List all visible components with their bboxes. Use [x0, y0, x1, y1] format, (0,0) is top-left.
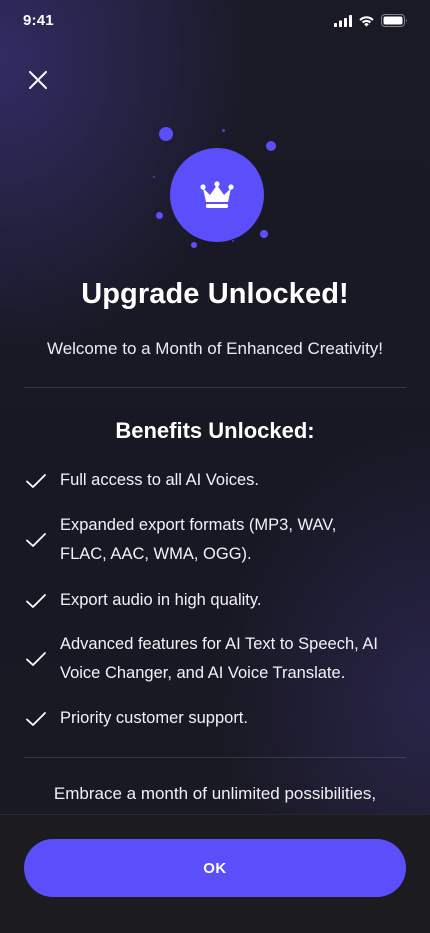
status-time: 9:41: [23, 12, 54, 29]
benefit-text: Priority customer support.: [60, 709, 248, 727]
divider: [24, 757, 406, 758]
cellular-signal-icon: [334, 14, 352, 27]
decorative-dot: [191, 242, 197, 248]
wifi-icon: [359, 15, 374, 27]
decorative-dot: [232, 240, 234, 242]
checkmark-icon: [26, 473, 46, 488]
crown-icon: [200, 181, 234, 208]
divider: [24, 387, 406, 388]
decorative-dot: [159, 127, 173, 141]
decorative-dot: [222, 129, 225, 132]
status-bar: 9:41: [0, 0, 430, 44]
battery-icon: [381, 14, 407, 27]
benefits-heading: Benefits Unlocked:: [115, 418, 315, 443]
benefit-text: Expanded export formats (MP3, WAV, FLAC,…: [60, 516, 337, 563]
decorative-dot: [260, 230, 268, 238]
ok-button[interactable]: OK: [24, 839, 406, 897]
benefit-item: Expanded export formats (MP3, WAV, FLAC,…: [24, 511, 414, 569]
closing-text: Embrace a month of unlimited possibiliti…: [53, 784, 377, 803]
crown-illustration: [0, 120, 430, 260]
benefit-text: Export audio in high quality.: [60, 591, 262, 609]
benefit-item: Priority customer support.: [24, 704, 414, 733]
checkmark-icon: [26, 593, 46, 608]
benefit-text: Full access to all AI Voices.: [60, 471, 260, 489]
benefit-item: Full access to all AI Voices.: [24, 466, 414, 495]
status-icons: [334, 14, 408, 27]
close-icon: [29, 71, 47, 89]
decorative-dot: [156, 212, 163, 219]
close-button[interactable]: [24, 66, 52, 94]
benefit-text: Advanced features for AI Text to Speech,…: [60, 635, 378, 682]
page-subtitle: Welcome to a Month of Enhanced Creativit…: [46, 339, 384, 358]
page-title: Upgrade Unlocked!: [81, 278, 349, 310]
benefit-item: Export audio in high quality.: [24, 586, 414, 615]
checkmark-icon: [26, 711, 46, 726]
decorative-dot: [153, 176, 155, 178]
crown-badge: [170, 148, 264, 242]
decorative-dot: [266, 141, 276, 151]
checkmark-icon: [26, 533, 46, 547]
footer: OK: [0, 814, 430, 933]
benefit-item: Advanced features for AI Text to Speech,…: [24, 630, 414, 688]
checkmark-icon: [26, 652, 46, 666]
